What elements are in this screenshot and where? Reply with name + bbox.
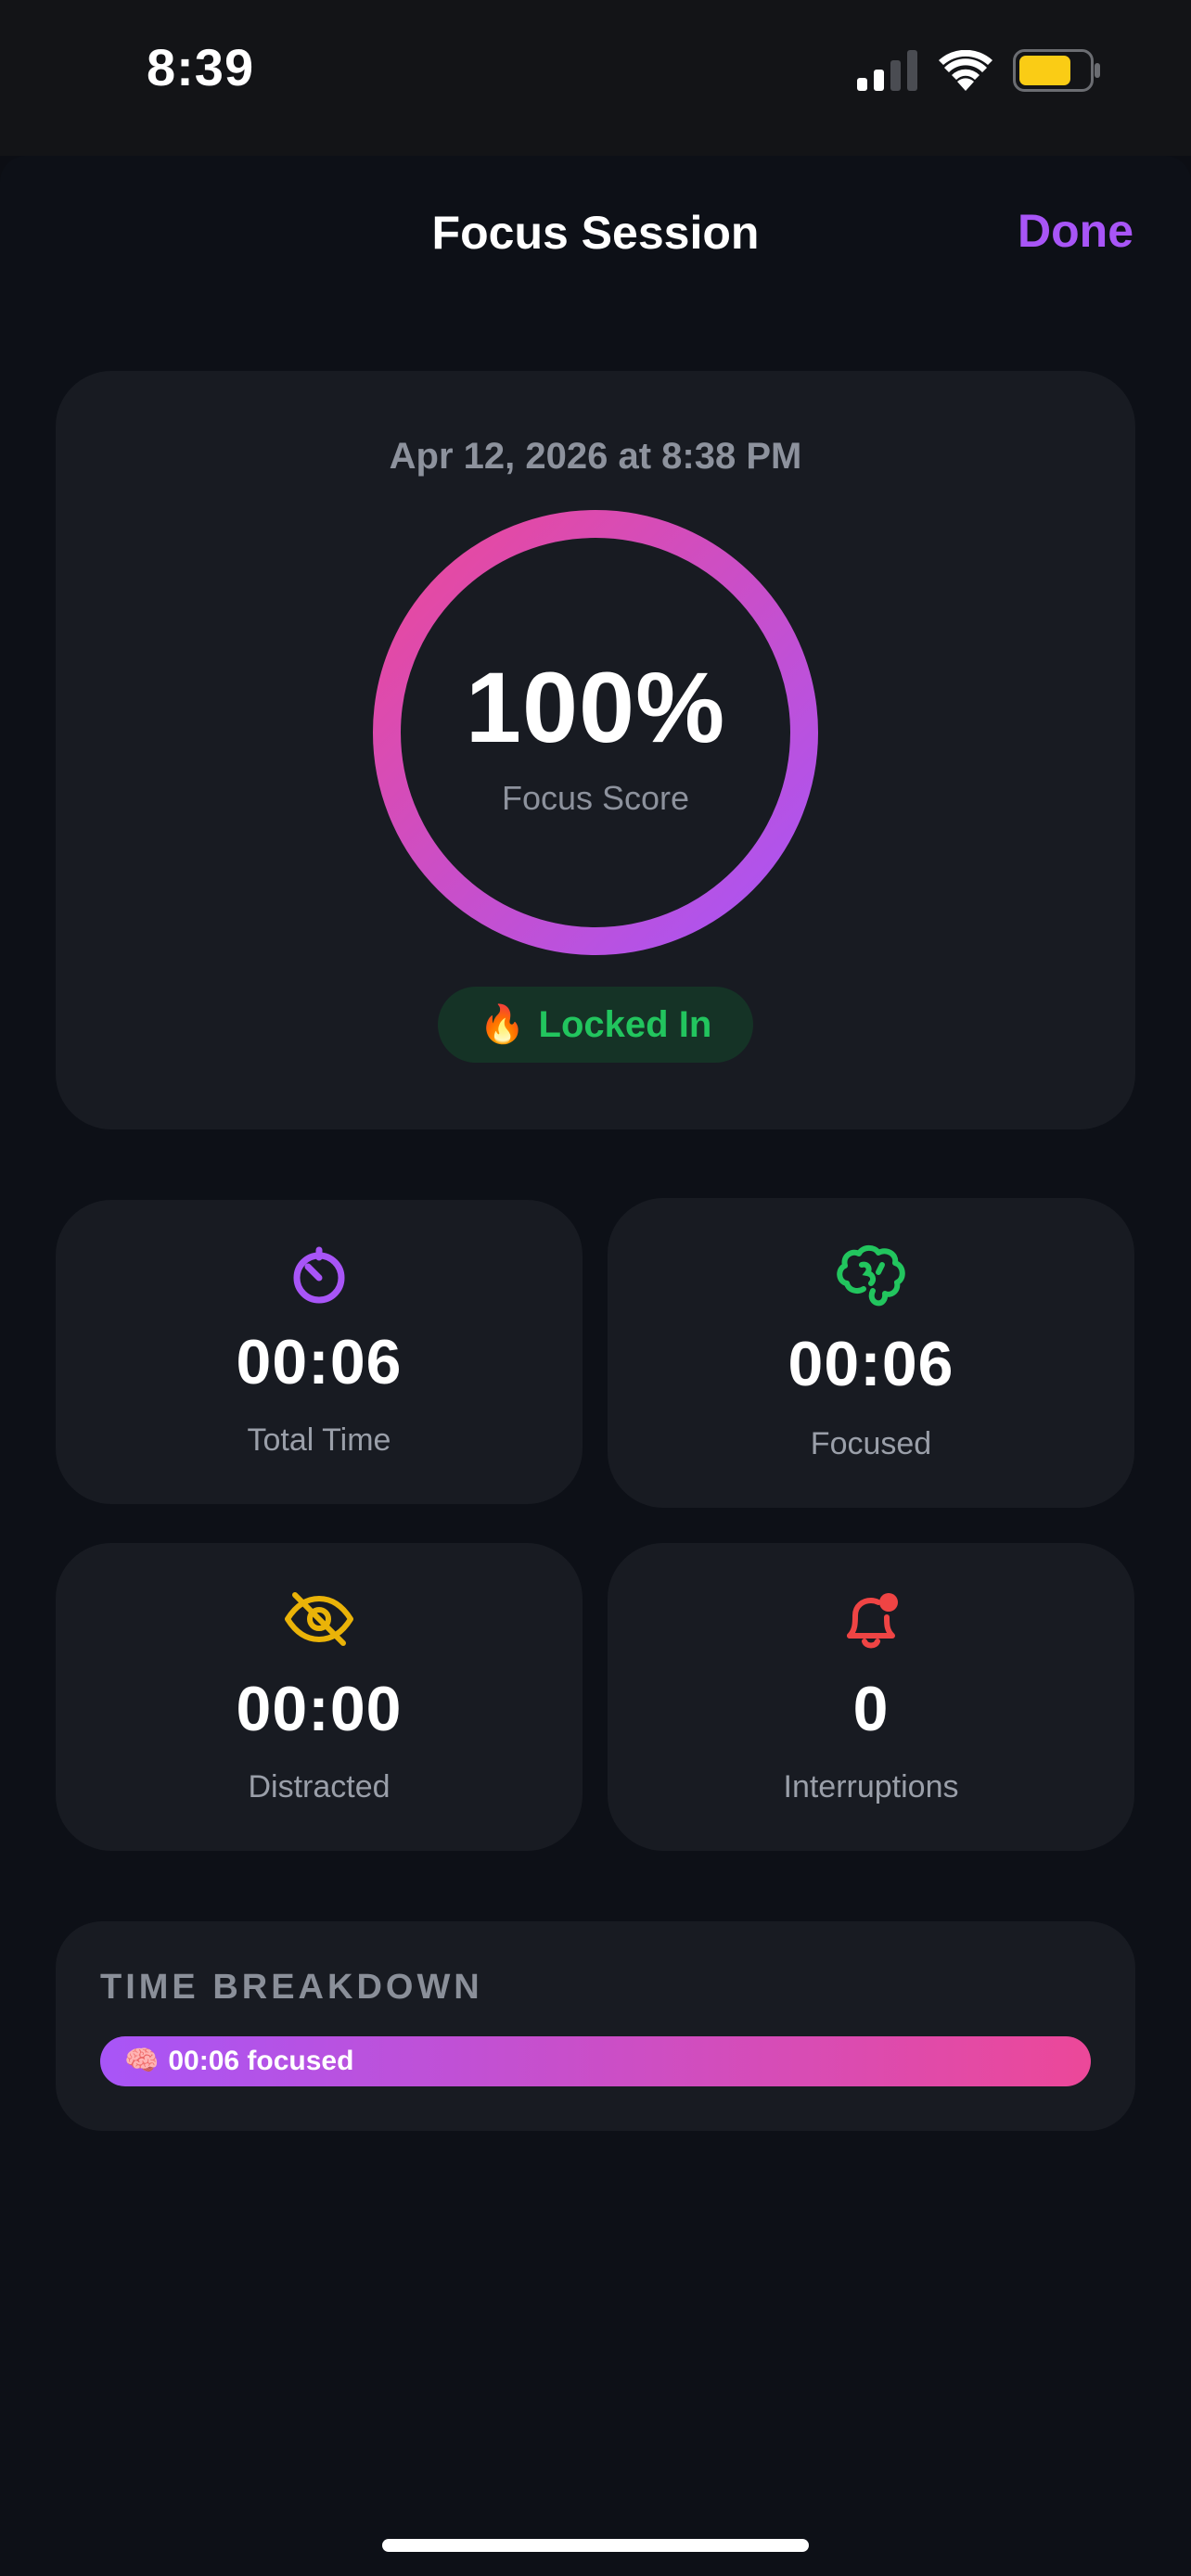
focus-score-ring: 100% Focus Score [373,510,818,955]
focus-score-value: 100% [465,651,726,763]
eye-slash-icon [285,1592,353,1646]
status-bar: 8:39 [0,0,1191,156]
brain-icon [837,1244,905,1307]
stat-label: Total Time [247,1422,391,1458]
stat-card-interruptions: 0 Interruptions [608,1543,1134,1851]
session-date: Apr 12, 2026 at 8:38 PM [389,436,802,477]
stat-label: Distracted [248,1769,391,1804]
stat-card-distracted: 00:00 Distracted [56,1543,583,1851]
stat-card-total-time: 00:06 Total Time [56,1200,583,1504]
focus-session-screen: 8:39 Focus Session Done Apr 12, 2026 at … [0,0,1191,2576]
focused-time-label: 00:06 focused [168,2046,354,2076]
section-title: TIME BREAKDOWN [100,1968,483,2007]
status-badge: 🔥 Locked In [438,987,753,1063]
stat-value: 00:06 [788,1329,954,1399]
brain-icon: 🧠 [124,2046,160,2076]
home-indicator [382,2539,809,2552]
stat-value: 00:06 [236,1327,403,1397]
stat-label: Focused [810,1426,932,1461]
stat-card-focused: 00:06 Focused [608,1198,1134,1508]
cellular-signal-icon [857,50,917,91]
status-icons [857,46,1102,95]
stat-value: 00:00 [236,1674,403,1744]
fire-icon: 🔥 [479,1004,526,1045]
wifi-icon [939,50,992,91]
page-title: Focus Session [431,207,760,259]
done-button[interactable]: Done [1018,204,1133,258]
stat-label: Interruptions [783,1769,959,1804]
focused-time-bar: 🧠 00:06 focused [100,2036,1091,2086]
status-badge-label: Locked In [538,1003,712,1045]
focus-score-label: Focus Score [501,779,690,817]
stat-value: 0 [852,1674,890,1744]
time-breakdown-card: TIME BREAKDOWN 🧠 00:06 focused [56,1921,1135,2131]
status-time: 8:39 [147,38,255,96]
focus-score-card: Apr 12, 2026 at 8:38 PM 100% Focus Score… [56,371,1135,1129]
timer-icon [293,1246,345,1304]
battery-icon [1013,49,1100,92]
bell-alert-icon [847,1593,898,1649]
